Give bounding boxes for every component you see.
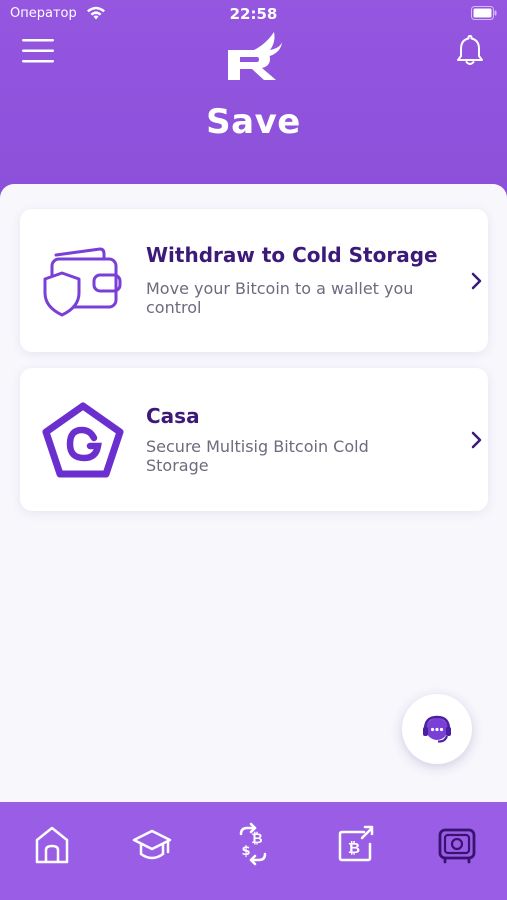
page-title: Save [206, 102, 301, 142]
status-bar: Оператор 22:58 [0, 0, 507, 28]
support-headset-icon [423, 715, 451, 743]
svg-text:₿: ₿ [348, 839, 360, 857]
wallet-shield-icon [43, 247, 122, 317]
battery-icon [471, 6, 497, 20]
bell-icon[interactable] [452, 32, 488, 68]
card-description: Secure Multisig Bitcoin Cold Storage [146, 437, 369, 475]
chevron-right-icon [471, 431, 482, 449]
vault-icon[interactable] [437, 822, 477, 866]
svg-text:₿: ₿ [251, 831, 262, 847]
app-logo-icon [228, 32, 282, 80]
card-title: Withdraw to Cold Storage [146, 243, 438, 267]
card-description: Move your Bitcoin to a wallet you contro… [146, 279, 414, 317]
casa-logo-icon [42, 402, 124, 478]
home-icon[interactable] [32, 822, 72, 866]
menu-icon[interactable] [20, 36, 56, 66]
withdraw-cold-storage-card[interactable]: Withdraw to Cold Storage Move your Bitco… [20, 209, 488, 352]
casa-card[interactable]: Casa Secure Multisig Bitcoin Cold Storag… [20, 368, 488, 511]
card-title: Casa [146, 404, 200, 428]
clock: 22:58 [229, 5, 278, 23]
bitcoin-send-icon[interactable]: ₿ [336, 822, 376, 866]
chevron-right-icon [471, 272, 482, 290]
bitcoin-exchange-icon[interactable]: ₿ $ [233, 822, 273, 866]
graduation-cap-icon[interactable] [132, 822, 172, 866]
svg-text:$: $ [241, 844, 250, 859]
support-chat-button[interactable] [402, 694, 472, 764]
tab-bar: ₿ $ ₿ [0, 802, 507, 900]
